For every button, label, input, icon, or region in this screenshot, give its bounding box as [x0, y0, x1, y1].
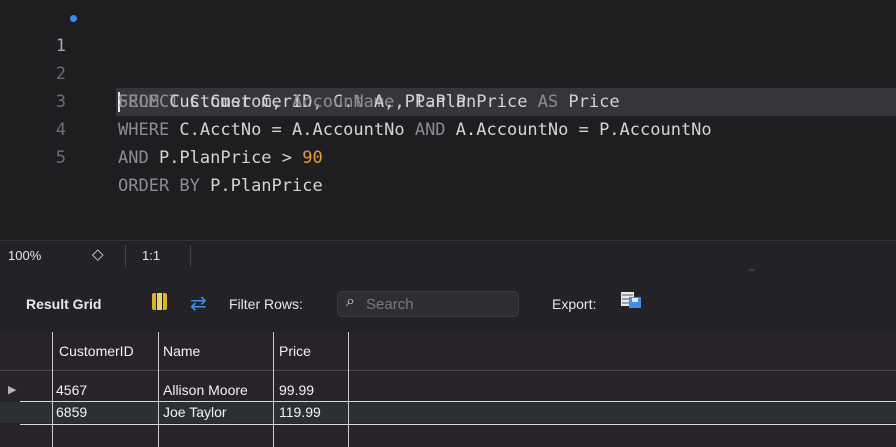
- cell-price[interactable]: 99.99: [279, 382, 314, 398]
- export-icon[interactable]: [620, 291, 642, 309]
- cursor-position: 1:1: [142, 248, 161, 263]
- column-divider: [158, 332, 159, 447]
- cell-name[interactable]: Allison Moore: [163, 382, 248, 398]
- search-input[interactable]: [364, 294, 513, 315]
- column-divider: [52, 332, 53, 447]
- divider: [125, 245, 126, 267]
- zoom-stepper-icon[interactable]: ◇: [92, 245, 104, 263]
- editor-line-5[interactable]: 5 ORDER BY P.PlanPrice: [0, 116, 896, 196]
- result-toolbar: Result Grid ⇄ Filter Rows: ⌕ Export:: [0, 271, 896, 331]
- result-grid[interactable]: CustomerID Name Price ▶ 4567 Allison Moo…: [0, 332, 896, 447]
- cell-price[interactable]: 119.99: [279, 404, 321, 420]
- grid-icon[interactable]: [152, 293, 167, 310]
- editor-line-4[interactable]: 4 AND P.PlanPrice > 90: [0, 88, 896, 168]
- search-icon: ⌕: [346, 293, 355, 310]
- column-header-name[interactable]: Name: [163, 343, 200, 359]
- sql-editor[interactable]: 1 SELECT C.CustomerID, C.Name, P.PlanPri…: [0, 0, 896, 240]
- table-row[interactable]: 6859 Joe Taylor 119.99: [0, 402, 896, 423]
- column-divider: [348, 332, 349, 447]
- export-label: Export:: [552, 296, 597, 312]
- row-divider: [20, 401, 896, 402]
- row-divider: [20, 424, 896, 425]
- code-text[interactable]: ORDER BY P.PlanPrice: [116, 172, 896, 200]
- zoom-level[interactable]: 100%: [8, 248, 41, 263]
- editor-line-3[interactable]: 3 WHERE C.AcctNo = A.AccountNo AND A.Acc…: [0, 60, 896, 140]
- column-header-price[interactable]: Price: [279, 343, 311, 359]
- grid-header-row: CustomerID Name Price: [0, 332, 896, 371]
- current-row-arrow-icon: ▶: [8, 384, 17, 396]
- table-row[interactable]: ▶ 4567 Allison Moore 99.99: [0, 380, 896, 401]
- column-header-customerid[interactable]: CustomerID: [59, 343, 134, 359]
- divider: [190, 245, 191, 267]
- cell-customerid[interactable]: 4567: [56, 382, 87, 398]
- result-grid-title: Result Grid: [26, 296, 102, 312]
- filter-rows-label: Filter Rows:: [229, 296, 303, 312]
- line-number: 5: [55, 148, 66, 168]
- filter-search-box[interactable]: ⌕: [337, 291, 519, 317]
- refresh-arrows-icon[interactable]: ⇄: [190, 291, 207, 316]
- editor-line-1[interactable]: 1 SELECT C.CustomerID, C.Name, P.PlanPri…: [0, 4, 896, 116]
- code-text[interactable]: AND P.PlanPrice > 90: [116, 144, 896, 172]
- column-divider: [273, 332, 274, 447]
- cell-customerid[interactable]: 6859: [56, 404, 87, 420]
- editor-line-2[interactable]: 2 FROM Customer C, Account A, Plan P: [0, 32, 896, 112]
- editor-status-bar: 100% ◇ 1:1: [0, 240, 896, 275]
- cell-name[interactable]: Joe Taylor: [163, 404, 227, 420]
- current-statement-dot-icon: [70, 15, 77, 22]
